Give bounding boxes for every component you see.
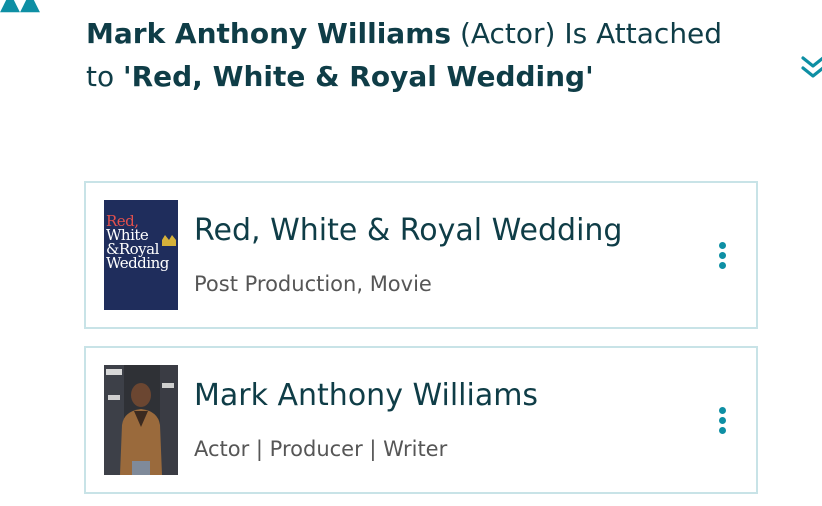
more-vertical-icon[interactable] [714,404,730,440]
double-chevron-down-icon[interactable] [796,52,822,86]
title-card-movie[interactable]: Red, White &Royal Wedding Red, White & R… [84,181,758,329]
name-card-person[interactable]: Mark Anthony Williams Actor | Producer |… [84,346,758,494]
person-photo[interactable] [104,365,178,475]
poster-title-text: Red, White &Royal Wedding [106,212,169,272]
cropped-header-fragment: ▲▲ [0,0,40,16]
person-professions: Actor | Producer | Writer [194,437,448,461]
headline-role: (Actor) Is [459,17,588,50]
more-vertical-icon[interactable] [714,239,730,275]
movie-poster[interactable]: Red, White &Royal Wedding [104,200,178,310]
person-name[interactable]: Mark Anthony Williams [194,378,538,413]
movie-title[interactable]: Red, White & Royal Wedding [194,213,622,248]
headline-person[interactable]: Mark Anthony Williams [86,17,451,50]
news-headline[interactable]: Mark Anthony Williams (Actor) Is Attache… [86,12,726,98]
headline-project[interactable]: 'Red, White & Royal Wedding' [123,60,594,93]
movie-status: Post Production, Movie [194,272,432,296]
